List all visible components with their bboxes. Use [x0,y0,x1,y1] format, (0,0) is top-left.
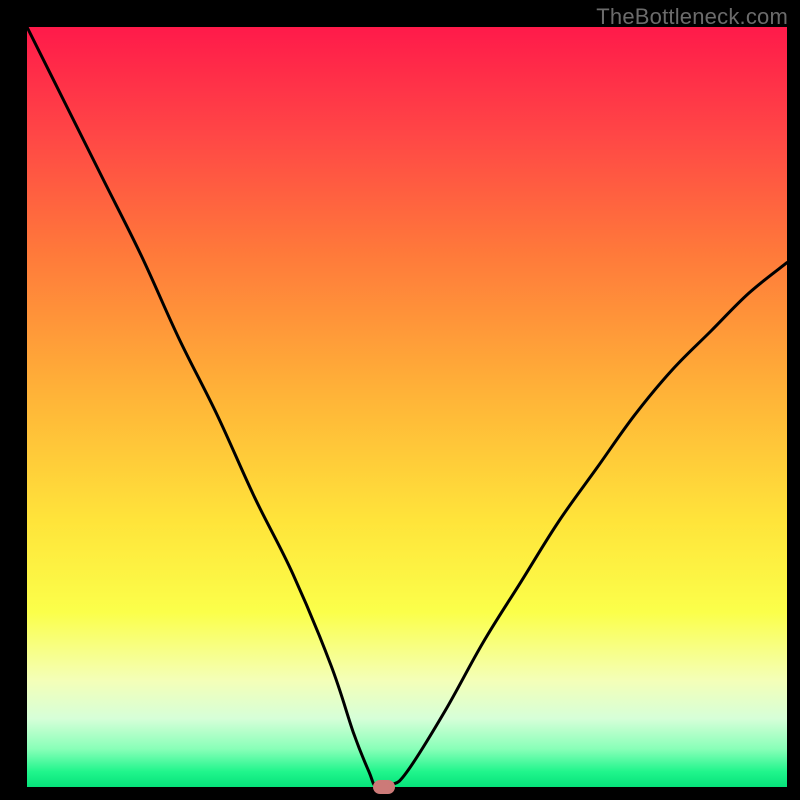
plot-area [27,27,787,787]
bottleneck-curve [27,27,787,787]
watermark-text: TheBottleneck.com [596,4,788,30]
minimum-marker [373,780,395,794]
curve-path [27,27,787,788]
chart-frame: TheBottleneck.com [0,0,800,800]
